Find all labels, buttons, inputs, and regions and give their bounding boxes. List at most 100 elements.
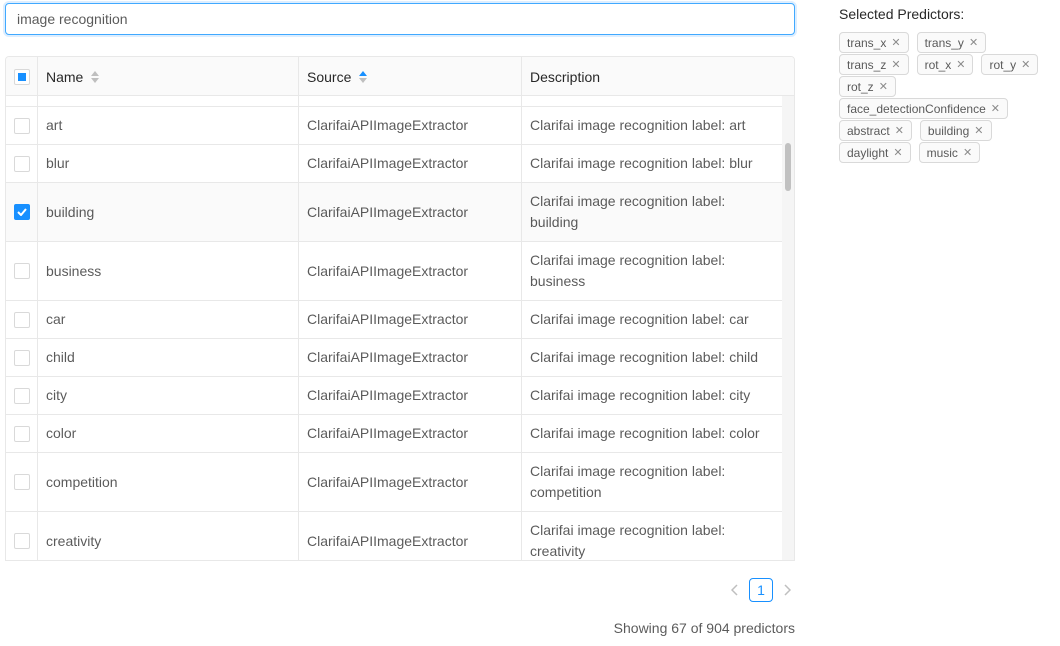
predictor-tag-label: abstract [847,123,890,138]
predictor-tag-label: rot_y [989,57,1017,72]
select-all-cell [6,57,38,96]
predictor-tag: face_detectionConfidence ✕ [839,98,1008,119]
row-checkbox[interactable] [13,533,30,549]
predictor-source-cell: ClarifaiAPIImageExtractor [299,453,522,511]
row-select-cell [6,301,38,338]
predictor-name-cell: color [38,415,299,452]
predictors-table: Name Source Description architectureartC… [5,56,795,561]
close-icon[interactable]: ✕ [879,77,888,97]
predictor-name-cell: art [38,107,299,144]
predictor-tag: daylight ✕ [839,142,911,163]
predictor-name-cell: building [38,183,299,241]
table-row[interactable]: art ClarifaiAPIImageExtractor Clarifai ima… [6,107,782,145]
table-row[interactable]: competition ClarifaiAPIImageExtractor Clar… [6,453,782,512]
row-checkbox[interactable] [13,387,30,404]
table-row[interactable]: business ClarifaiAPIImageExtractor Clarifa… [6,242,782,301]
table-row[interactable]: child ClarifaiAPIImageExtractor Clarifai i… [6,339,782,377]
predictor-source-cell: ClarifaiAPIImageExtractor [299,377,522,414]
select-all-checkbox[interactable] [13,68,30,85]
close-icon[interactable]: ✕ [974,121,983,141]
row-select-cell [6,512,38,560]
predictor-tag: rot_y ✕ [981,54,1039,75]
predictor-name-cell: creativity [38,512,299,560]
predictor-description-cell: Clarifai image recognition label: compet… [530,463,726,500]
close-icon[interactable]: ✕ [891,33,900,53]
predictor-description-cell: Clarifai image recognition label: busine… [530,252,726,289]
predictor-tag: trans_x ✕ [839,32,909,53]
column-header-name[interactable]: Name [38,57,299,96]
search-input[interactable] [5,3,795,35]
table-row[interactable]: blur ClarifaiAPIImageExtractor Clarifai im… [6,145,782,183]
predictor-name-cell: blur [38,145,299,182]
table-row[interactable]: architecture [6,96,782,107]
table-row[interactable]: color ClarifaiAPIImageExtractor Clarifai i… [6,415,782,453]
close-icon[interactable]: ✕ [893,143,902,163]
row-select-cell [6,339,38,376]
predictor-source-cell: ClarifaiAPIImageExtractor [299,145,522,182]
table-scrollbar[interactable] [782,96,794,560]
predictor-name-cell: city [38,377,299,414]
predictor-name-cell: child [38,339,299,376]
row-select-cell [6,377,38,414]
table-row[interactable]: building ClarifaiAPIImageExtractor Clarifa… [6,183,782,242]
predictor-source-cell [299,96,522,106]
row-select-cell [6,107,38,144]
predictor-description-cell: architecture [522,96,782,106]
predictor-tag: music ✕ [918,142,981,163]
predictor-tag-label: rot_z [847,79,874,94]
table-row[interactable]: creativity ClarifaiAPIImageExtractor Clari… [6,512,782,560]
predictor-tag: rot_x ✕ [916,54,974,75]
close-icon[interactable]: ✕ [963,143,972,163]
close-icon[interactable]: ✕ [891,55,900,75]
predictor-description-cell: Clarifai image recognition label: city [530,387,751,403]
row-checkbox[interactable] [13,204,30,220]
table-body[interactable]: architectureartClarifaiAPIImageExtractor… [6,96,782,560]
predictor-source-cell: ClarifaiAPIImageExtractor [299,339,522,376]
close-icon[interactable]: ✕ [1021,55,1030,75]
row-checkbox[interactable] [13,474,30,490]
selected-predictor-tags: trans_x ✕ trans_y ✕ trans_z ✕ rot_x ✕ rot_y ✕ rot_… [839,32,1054,163]
close-icon[interactable]: ✕ [991,99,1000,119]
row-checkbox[interactable] [13,117,30,134]
row-checkbox[interactable] [13,349,30,366]
table-row[interactable]: city ClarifaiAPIImageExtractor Clarifai im… [6,377,782,415]
predictor-source-cell: ClarifaiAPIImageExtractor [299,512,522,560]
pagination: 1 [725,578,797,602]
sort-caret-icon[interactable] [91,70,100,83]
chevron-right-icon[interactable] [777,578,797,602]
predictor-tag-label: trans_y [924,35,964,50]
row-select-cell [6,453,38,511]
predictor-tag: trans_z ✕ [839,54,909,75]
table-row[interactable]: car ClarifaiAPIImageExtractor Clarifai ima… [6,301,782,339]
chevron-left-icon[interactable] [725,578,745,602]
predictor-description-cell: Clarifai image recognition label: art [530,117,746,133]
predictor-tag-label: music [926,145,958,160]
row-select-cell [6,183,38,241]
predictor-source-cell: ClarifaiAPIImageExtractor [299,242,522,300]
predictor-source-cell: ClarifaiAPIImageExtractor [299,107,522,144]
predictor-tag-label: trans_z [847,57,887,72]
column-header-source[interactable]: Source [299,57,522,96]
predictor-tag-label: trans_x [847,35,887,50]
row-checkbox[interactable] [13,263,30,279]
page-1-button[interactable]: 1 [749,578,773,602]
showing-count: Showing 67 of 904 predictors [613,620,795,636]
predictor-tag-label: face_detectionConfidence [847,101,986,116]
close-icon[interactable]: ✕ [956,55,965,75]
row-select-cell [6,415,38,452]
row-checkbox[interactable] [13,311,30,328]
close-icon[interactable]: ✕ [895,121,904,141]
selected-predictors-title: Selected Predictors: [839,6,965,22]
predictor-name-cell [38,96,299,106]
row-checkbox[interactable] [13,425,30,442]
row-checkbox[interactable] [13,155,30,172]
predictor-name-cell: competition [38,453,299,511]
close-icon[interactable]: ✕ [969,33,978,53]
sort-caret-icon[interactable] [359,70,368,83]
predictor-tag: rot_z ✕ [839,76,896,97]
check-icon [16,208,27,216]
column-header-description: Description [522,57,782,96]
scrollbar-thumb[interactable] [785,143,791,191]
row-select-cell [6,96,38,106]
column-name-label: Name [46,68,84,85]
